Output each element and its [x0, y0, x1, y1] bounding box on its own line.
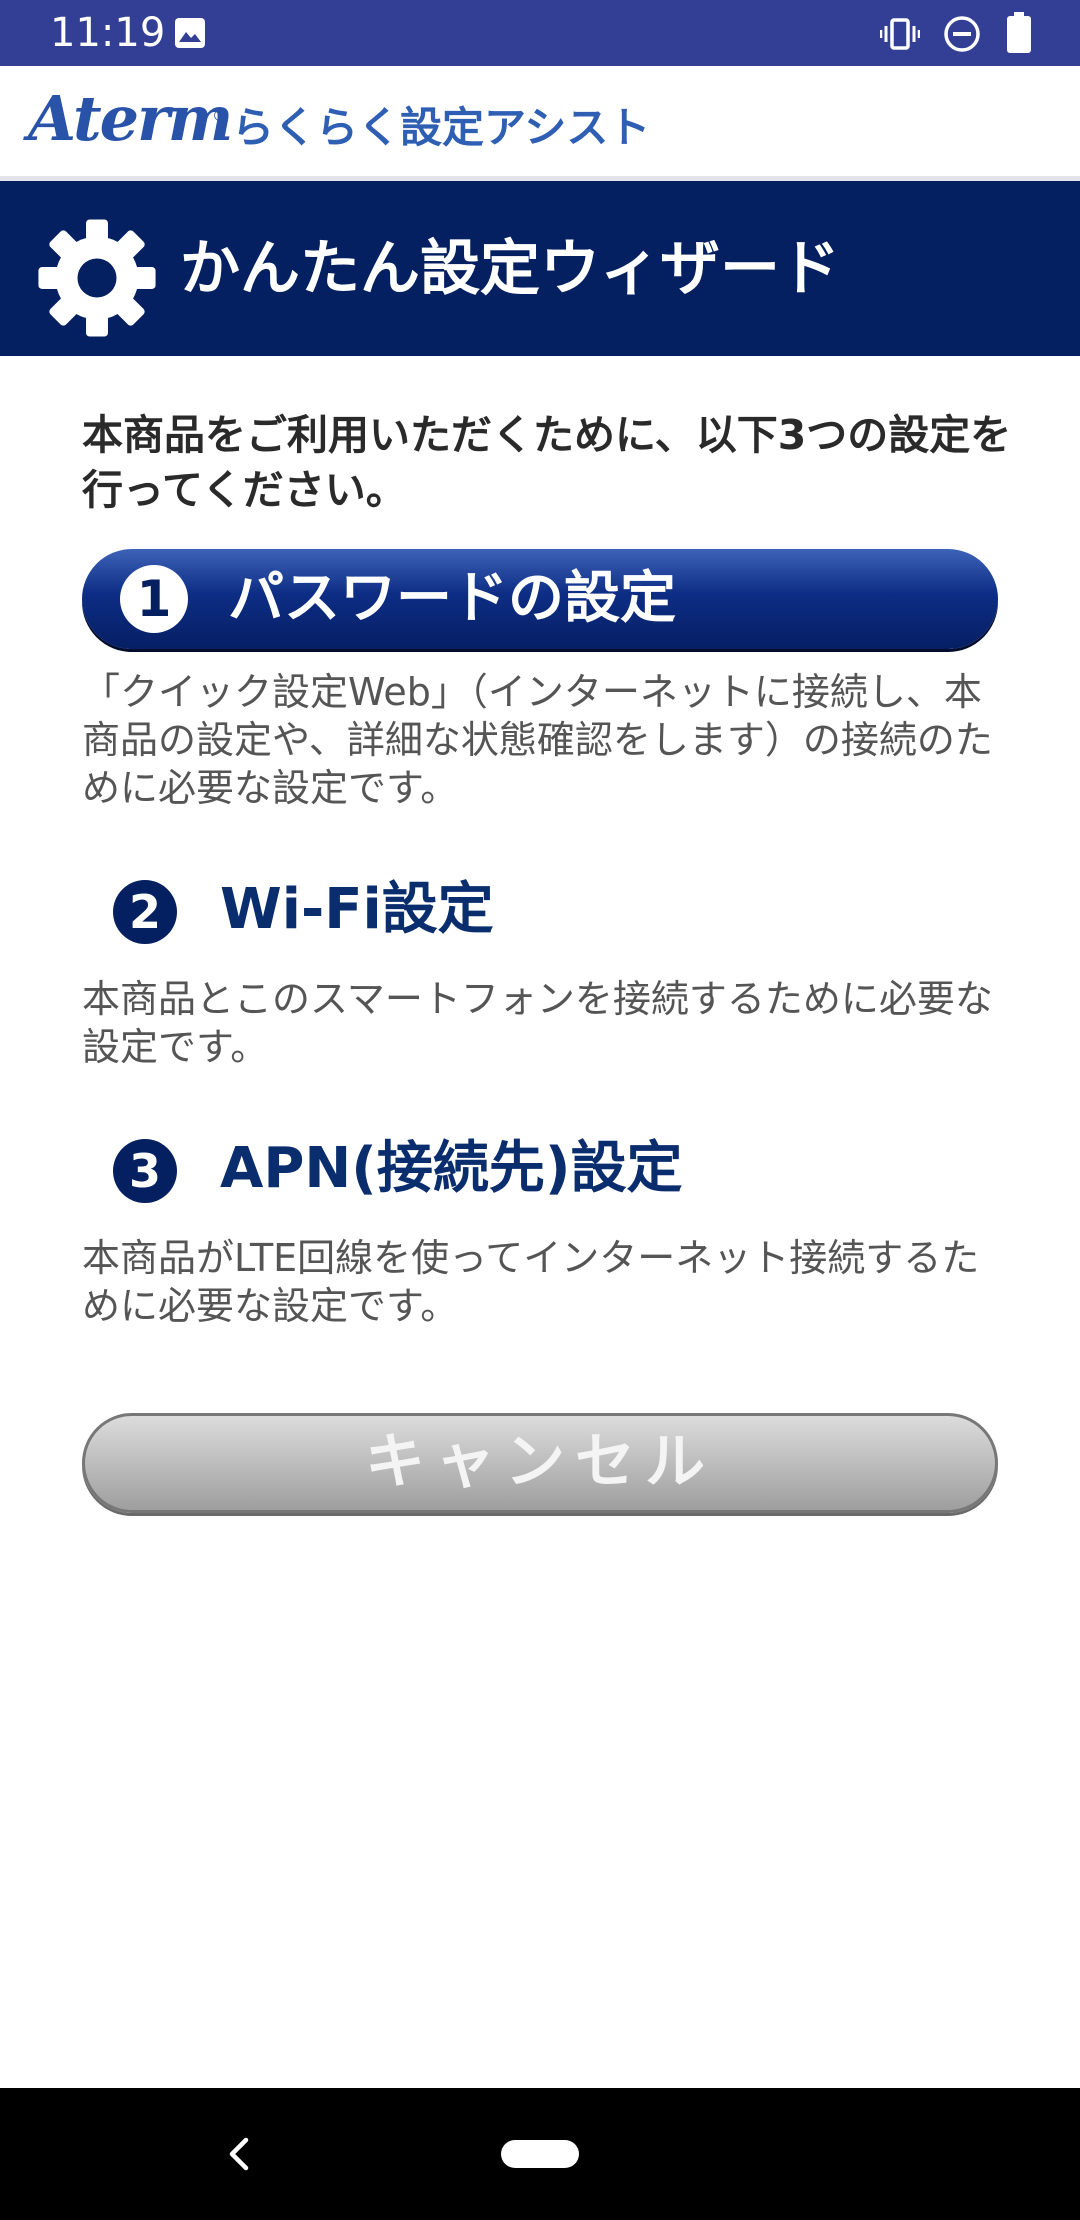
- app-header: Aterm ® らくらく設定アシスト: [0, 66, 1080, 182]
- step-3-description: 本商品がLTE回線を使ってインターネット接続するために必要な設定です。: [82, 1236, 980, 1328]
- step-2-title: Wi-Fi設定: [220, 877, 494, 942]
- gear-icon: [38, 219, 156, 337]
- registered-mark: ®: [212, 106, 228, 125]
- step-2-number: 2: [113, 880, 177, 944]
- app-subtitle: らくらく設定アシスト: [232, 103, 651, 152]
- do-not-disturb-icon: [944, 16, 980, 52]
- intro-text: 本商品をご利用いただくために、以下3つの設定を行ってください。: [82, 411, 1012, 514]
- step-3-title: APN(接続先)設定: [220, 1136, 683, 1201]
- step-2-description: 本商品とこのスマートフォンを接続するために必要な設定です。: [82, 977, 993, 1069]
- aterm-logo: Aterm: [28, 82, 233, 155]
- status-bar: 11:19: [0, 0, 1080, 66]
- image-icon: [175, 18, 205, 48]
- step-1-title: パスワードの設定: [228, 566, 676, 631]
- status-time: 11:19: [50, 10, 166, 56]
- step-1-button[interactable]: 1 パスワードの設定: [82, 549, 998, 649]
- navigation-bar: [0, 2088, 1080, 2220]
- step-3-number: 3: [113, 1139, 177, 1203]
- cancel-button[interactable]: キャンセル: [82, 1413, 998, 1513]
- vibrate-icon: [880, 18, 920, 50]
- battery-icon: [1007, 12, 1031, 53]
- back-icon[interactable]: [222, 2132, 256, 2176]
- wizard-title: かんたん設定ウィザード: [180, 234, 840, 304]
- step-1-number: 1: [120, 565, 188, 633]
- home-pill[interactable]: [501, 2140, 579, 2168]
- wizard-banner: かんたん設定ウィザード: [0, 181, 1080, 356]
- step-1-description: 「クイック設定Web」（インターネットに接続し、本商品の設定や、詳細な状態確認を…: [82, 670, 993, 810]
